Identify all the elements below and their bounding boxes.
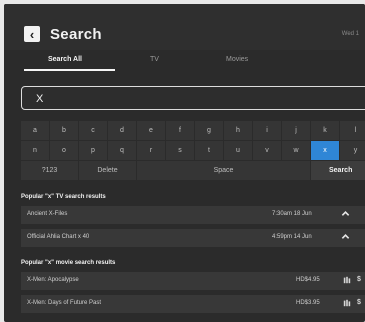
purchase-icon: $ bbox=[357, 276, 361, 283]
key-y[interactable]: y bbox=[340, 141, 365, 160]
key-n[interactable]: n bbox=[21, 141, 49, 160]
key-u[interactable]: u bbox=[224, 141, 252, 160]
tab-bar: Search All TV Movies bbox=[4, 52, 365, 72]
key-v[interactable]: v bbox=[253, 141, 281, 160]
tab-search-all[interactable]: Search All bbox=[48, 56, 82, 63]
clock-text: Wed 1 bbox=[341, 31, 359, 37]
movie-result-title: X-Men: Apocalypse bbox=[27, 277, 79, 283]
search-input-value: X bbox=[36, 93, 44, 105]
key-b[interactable]: b bbox=[50, 121, 78, 140]
key-p[interactable]: p bbox=[79, 141, 107, 160]
key-delete[interactable]: Delete bbox=[79, 161, 136, 180]
tv-result-time: 4:59pm 14 Jun bbox=[272, 234, 312, 240]
tv-result-row[interactable]: Ancient X-Files 7:30am 18 Jun bbox=[21, 206, 365, 224]
chevron-up-icon[interactable] bbox=[341, 209, 350, 218]
key-c[interactable]: c bbox=[79, 121, 107, 140]
key-q[interactable]: q bbox=[108, 141, 136, 160]
movie-result-row[interactable]: X-Men: Days of Future Past HD$3.95 $ bbox=[21, 295, 365, 313]
key-w[interactable]: w bbox=[282, 141, 310, 160]
key-t[interactable]: t bbox=[195, 141, 223, 160]
key-a[interactable]: a bbox=[21, 121, 49, 140]
keyboard-row-2: n o p q r s t u v w x y bbox=[21, 141, 365, 160]
library-icon bbox=[343, 276, 351, 284]
chevron-up-icon[interactable] bbox=[341, 232, 350, 241]
key-space[interactable]: Space bbox=[137, 161, 310, 180]
back-button[interactable]: ‹ bbox=[24, 26, 40, 42]
key-s[interactable]: s bbox=[166, 141, 194, 160]
active-tab-indicator bbox=[24, 69, 115, 71]
key-l[interactable]: l bbox=[340, 121, 365, 140]
header: ‹ Search Wed 1 bbox=[4, 4, 365, 50]
tv-result-title: Ancient X-Files bbox=[27, 211, 68, 217]
tab-tv[interactable]: TV bbox=[150, 56, 159, 63]
key-j[interactable]: j bbox=[282, 121, 310, 140]
key-k[interactable]: k bbox=[311, 121, 339, 140]
search-screen: ‹ Search Wed 1 Search All TV Movies X a … bbox=[4, 4, 365, 322]
key-i[interactable]: i bbox=[253, 121, 281, 140]
key-e[interactable]: e bbox=[137, 121, 165, 140]
library-icon bbox=[343, 299, 351, 307]
keyboard-row-3: ?123 Delete Space Search bbox=[21, 161, 365, 180]
tv-result-row[interactable]: Official Ahlia Chart x 40 4:59pm 14 Jun bbox=[21, 229, 365, 247]
key-r[interactable]: r bbox=[137, 141, 165, 160]
movie-result-price: HD$3.95 bbox=[296, 300, 320, 306]
movie-result-price: HD$4.95 bbox=[296, 277, 320, 283]
tv-results-heading: Popular "x" TV search results bbox=[21, 194, 106, 200]
key-h[interactable]: h bbox=[224, 121, 252, 140]
page-title: Search bbox=[50, 26, 102, 43]
key-search[interactable]: Search bbox=[311, 161, 365, 180]
movie-results-heading: Popular "x" movie search results bbox=[21, 260, 116, 266]
key-f[interactable]: f bbox=[166, 121, 194, 140]
keyboard-row-1: a b c d e f g h i j k l bbox=[21, 121, 365, 140]
key-o[interactable]: o bbox=[50, 141, 78, 160]
tv-result-time: 7:30am 18 Jun bbox=[272, 211, 312, 217]
movie-result-title: X-Men: Days of Future Past bbox=[27, 300, 102, 306]
tv-result-title: Official Ahlia Chart x 40 bbox=[27, 234, 90, 240]
movie-result-row[interactable]: X-Men: Apocalypse HD$4.95 $ bbox=[21, 272, 365, 290]
tab-movies[interactable]: Movies bbox=[226, 56, 248, 63]
key-symbols[interactable]: ?123 bbox=[21, 161, 78, 180]
chevron-left-icon: ‹ bbox=[29, 26, 35, 42]
key-g[interactable]: g bbox=[195, 121, 223, 140]
key-x-selected[interactable]: x bbox=[311, 141, 339, 160]
key-d[interactable]: d bbox=[108, 121, 136, 140]
search-input[interactable]: X bbox=[21, 86, 365, 110]
purchase-icon: $ bbox=[357, 299, 361, 306]
